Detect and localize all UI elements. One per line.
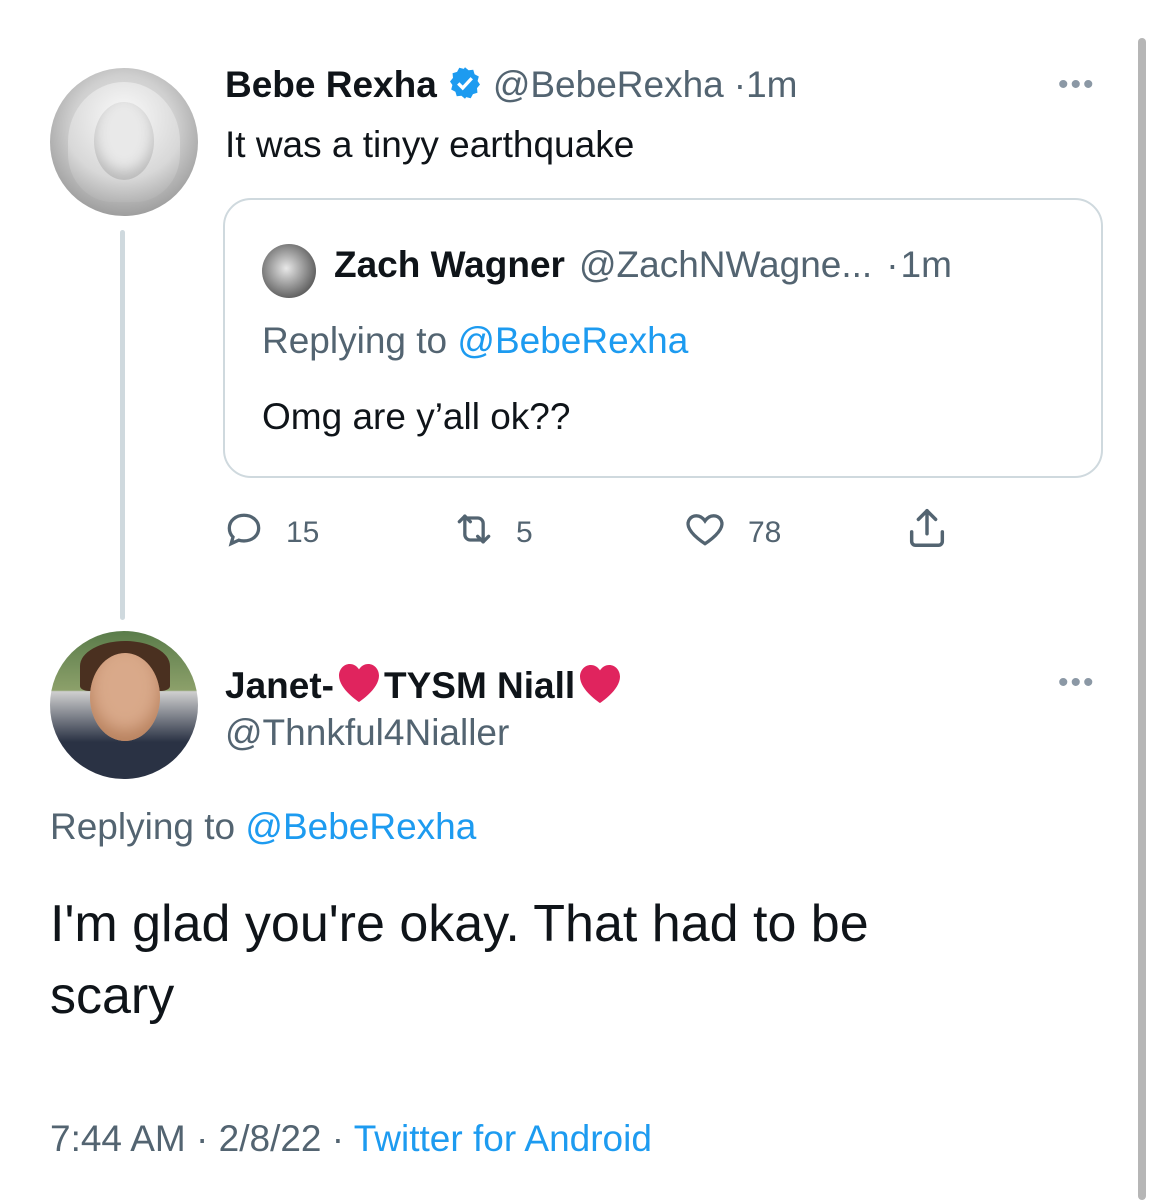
tweet-text: It was a tinyy earthquake xyxy=(225,124,635,165)
tweet-meta: 7:44 AM · 2/8/22 · Twitter for Android xyxy=(50,1118,652,1160)
retweet-button[interactable]: 5 xyxy=(452,507,533,559)
reply-name-mid: TYSM Niall xyxy=(383,664,576,706)
retweet-icon xyxy=(452,507,496,559)
avatar-face xyxy=(94,102,154,180)
share-button[interactable] xyxy=(904,505,950,559)
quoted-author-name: Zach Wagner xyxy=(334,244,565,285)
author-name[interactable]: Bebe Rexha xyxy=(225,64,437,106)
timestamp[interactable]: 7:44 AM · 2/8/22 · xyxy=(50,1118,344,1159)
reply-author-handle[interactable]: @Thnkful4Nialler xyxy=(225,712,509,754)
tweet-header: Bebe Rexha @BebeRexha · 1m xyxy=(225,64,797,106)
separator-dot: · xyxy=(733,64,747,105)
reply-name-prefix: Janet- xyxy=(225,664,334,706)
tweet-time[interactable]: 1m xyxy=(746,64,797,106)
reply-button[interactable]: 15 xyxy=(222,507,319,559)
avatar-face xyxy=(90,653,160,741)
avatar-bebe-rexha[interactable] xyxy=(50,68,198,216)
quoted-header: Zach Wagner @ZachNWagne... · 1m xyxy=(334,244,952,286)
retweet-count: 5 xyxy=(516,516,533,549)
replying-to-link[interactable]: @BebeRexha xyxy=(245,806,476,847)
red-heart-emoji xyxy=(575,661,625,710)
reply-author-name[interactable]: Janet- TYSM Niall xyxy=(225,660,625,711)
avatar-zach-wagner xyxy=(262,244,316,298)
thread-line xyxy=(120,230,125,620)
quoted-text: Omg are y’all ok?? xyxy=(262,396,571,437)
reply-icon xyxy=(222,507,266,559)
more-icon[interactable]: ••• xyxy=(1058,68,1096,102)
replying-label: Replying to xyxy=(262,320,448,361)
share-icon xyxy=(904,505,950,559)
author-handle[interactable]: @BebeRexha xyxy=(493,64,724,106)
quoted-author-handle: @ZachNWagne... xyxy=(578,244,873,285)
red-heart-emoji xyxy=(334,660,384,711)
quoted-time: 1m xyxy=(900,244,952,285)
reply-count: 15 xyxy=(286,516,320,549)
like-count: 78 xyxy=(748,516,782,549)
reply-text: I'm glad you're okay. That had to be sca… xyxy=(50,888,869,1032)
quoted-replying: Replying to @BebeRexha xyxy=(262,320,688,362)
heart-icon xyxy=(682,507,728,559)
separator-dot: · xyxy=(886,244,899,285)
replying-to-link[interactable]: @BebeRexha xyxy=(457,320,688,361)
like-button[interactable]: 78 xyxy=(682,507,781,559)
avatar-janet[interactable] xyxy=(50,631,198,779)
verified-badge-icon xyxy=(447,65,483,106)
scrollbar[interactable] xyxy=(1138,38,1146,1200)
reply-text-line1: I'm glad you're okay. That had to be xyxy=(50,895,869,953)
source-link[interactable]: Twitter for Android xyxy=(354,1118,652,1159)
more-icon[interactable]: ••• xyxy=(1058,666,1096,700)
replying-label: Replying to xyxy=(50,806,236,847)
reply-replying: Replying to @BebeRexha xyxy=(50,806,476,848)
reply-text-line2: scary xyxy=(50,967,175,1025)
